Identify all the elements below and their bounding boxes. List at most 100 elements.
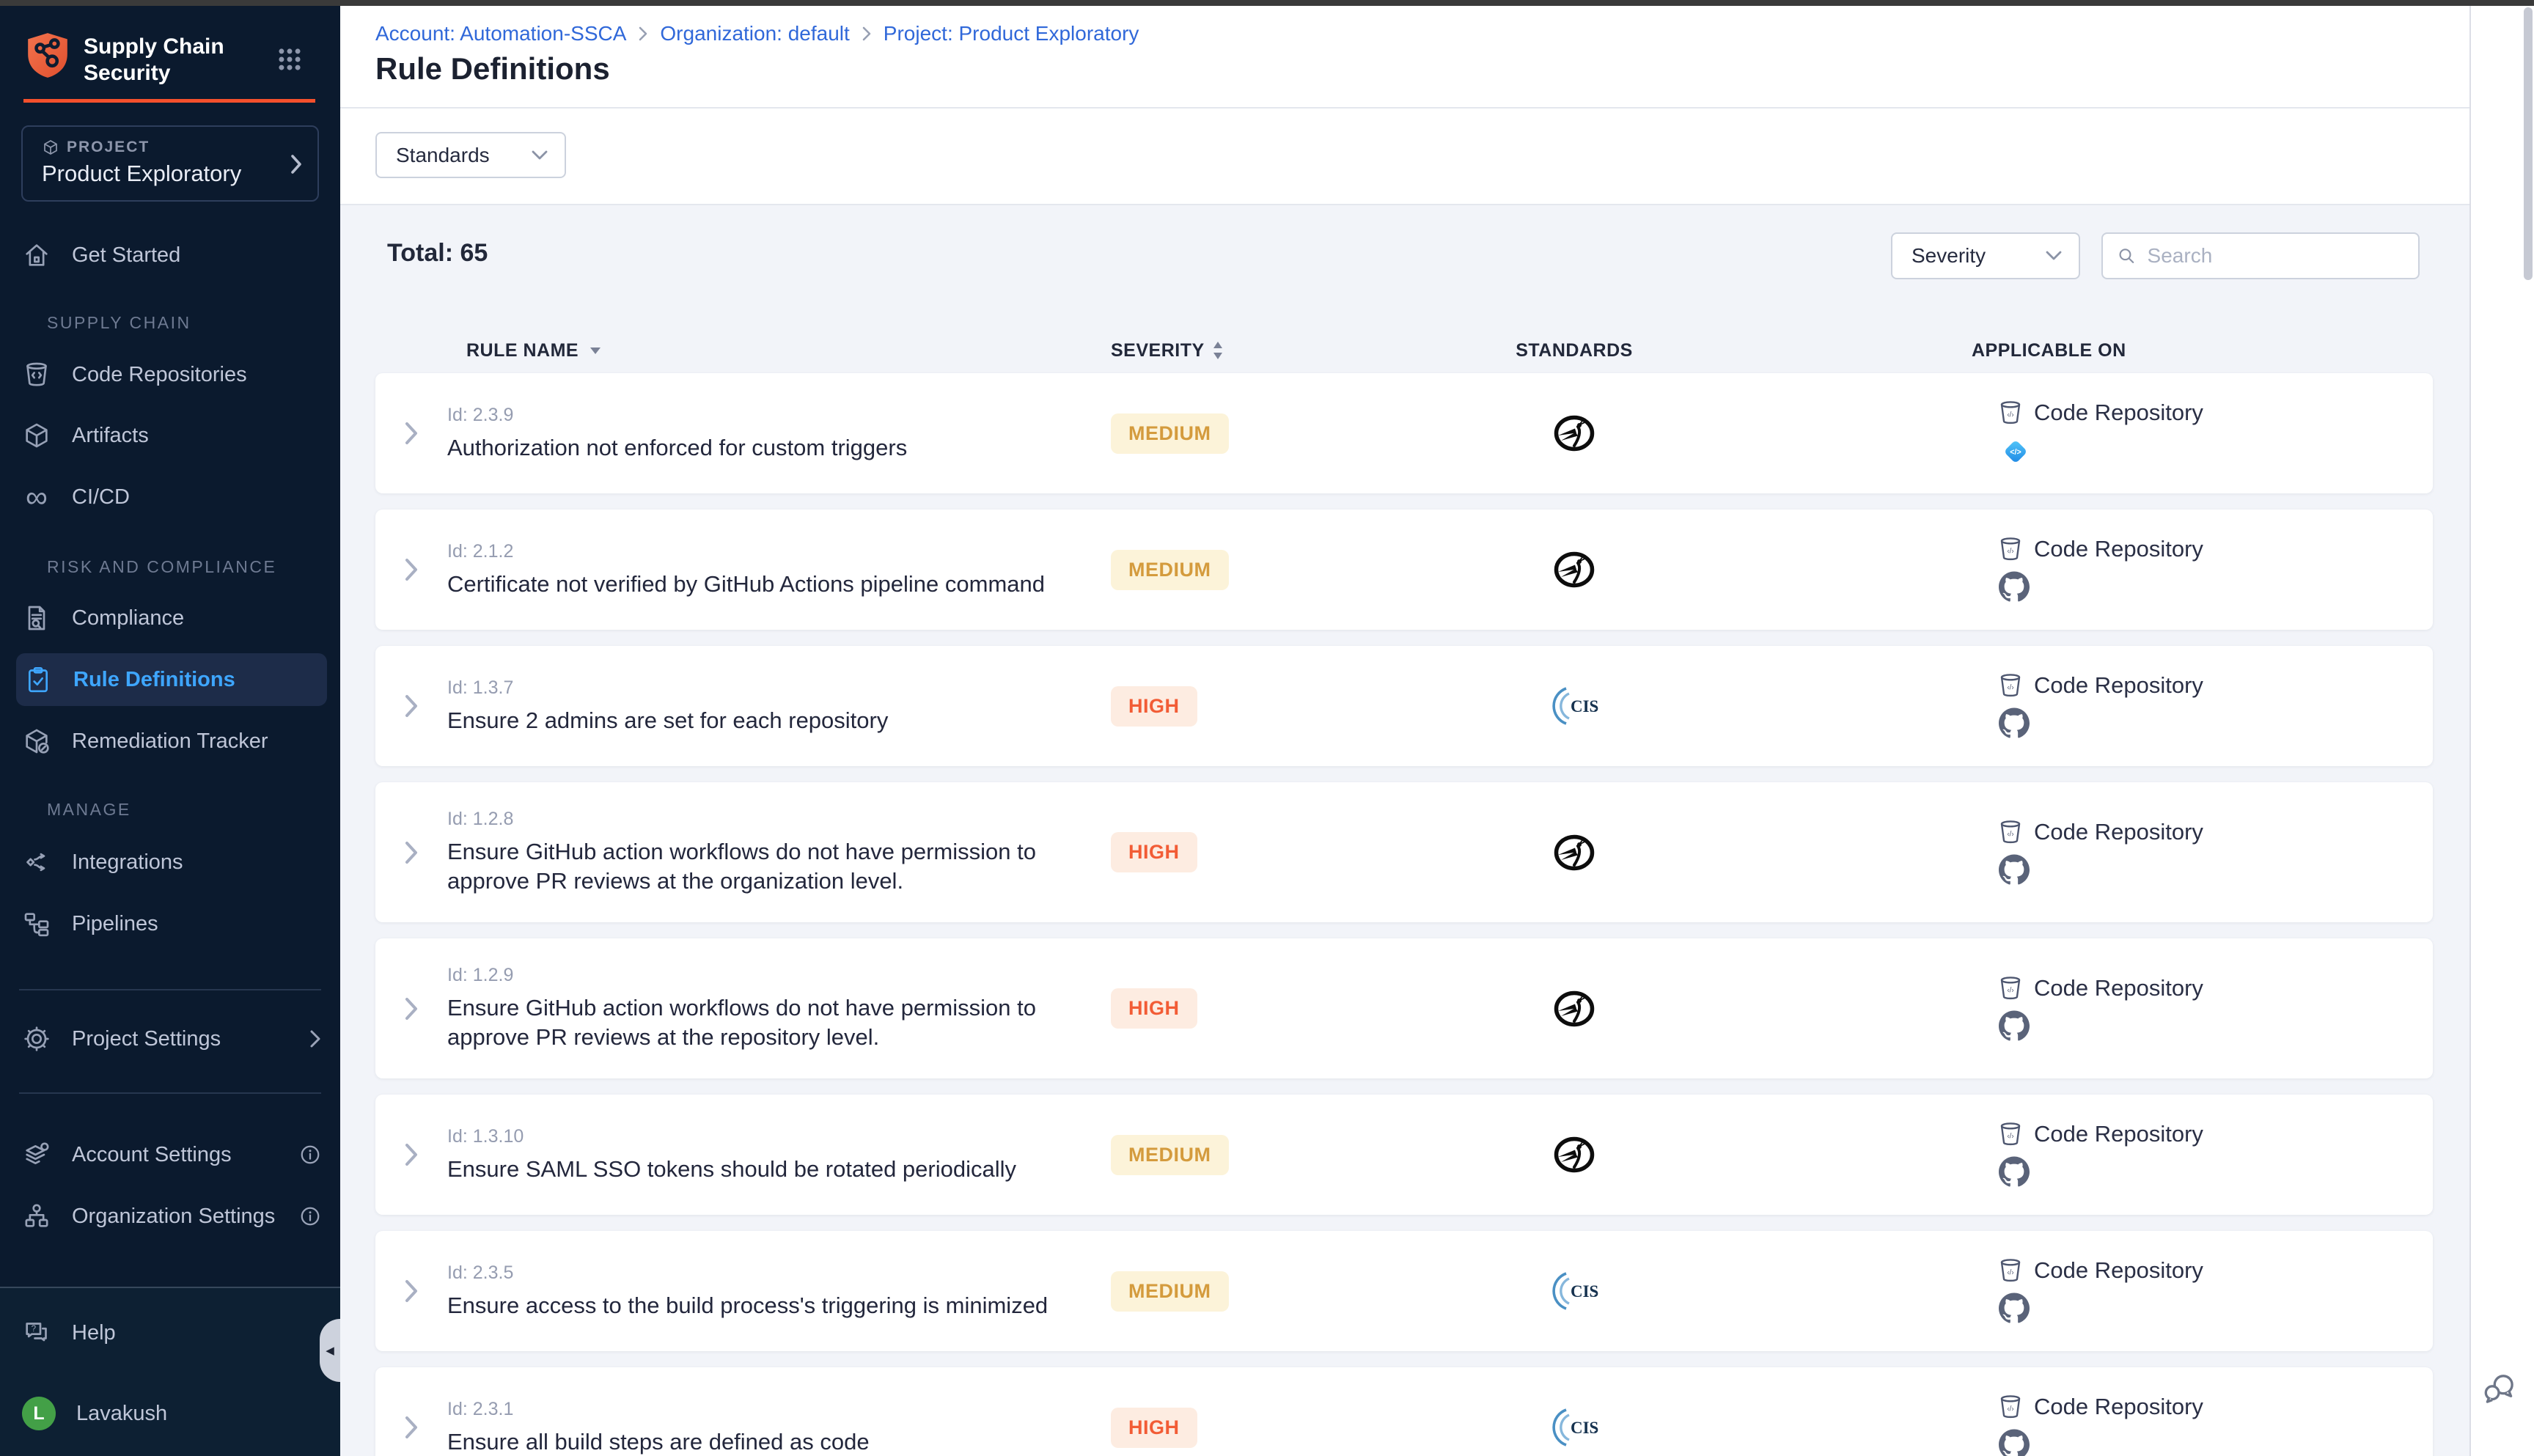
severity-badge: MEDIUM (1111, 1271, 1229, 1312)
chevron-right-icon (638, 26, 648, 42)
code-repository-icon: ‹/› (1997, 975, 2024, 1001)
source-icon-slot (1999, 1429, 2433, 1456)
table-row[interactable]: Id: 2.3.1 Ensure all build steps are def… (375, 1367, 2433, 1456)
severity-badge: HIGH (1111, 1408, 1197, 1448)
breadcrumb-account[interactable]: Account: Automation-SSCA (375, 22, 626, 45)
row-expand-chevron[interactable] (375, 557, 447, 582)
sidebar-item-compliance[interactable]: Compliance (22, 598, 321, 639)
svg-text:‹/›: ‹/› (2007, 830, 2013, 838)
sidebar-item-get-started[interactable]: Get Started (22, 235, 321, 276)
sidebar-divider (19, 1092, 321, 1094)
severity-badge: MEDIUM (1111, 1135, 1229, 1175)
rule-title: Ensure GitHub action workflows do not ha… (447, 837, 1090, 896)
svg-text:‹/›: ‹/› (2007, 1268, 2013, 1276)
code-repository-icon: ‹/› (1997, 1394, 2024, 1420)
search-icon (2116, 244, 2137, 268)
sidebar-item-integrations[interactable]: Integrations (22, 842, 321, 883)
table-row[interactable]: Id: 1.2.8 Ensure GitHub action workflows… (375, 782, 2433, 922)
svg-text:‹/›: ‹/› (2007, 1132, 2013, 1140)
breadcrumb-organization[interactable]: Organization: default (660, 22, 849, 45)
rule-title: Authorization not enforced for custom tr… (447, 433, 1090, 463)
owasp-icon (1553, 551, 1595, 589)
table-row[interactable]: Id: 1.3.10 Ensure SAML SSO tokens should… (375, 1095, 2433, 1215)
column-header-applicable-on: APPLICABLE ON (1809, 340, 2433, 361)
section-manage: MANAGE (47, 800, 131, 822)
sidebar-collapse-handle[interactable]: ◀ (320, 1319, 340, 1382)
info-icon[interactable] (299, 1144, 321, 1166)
svg-text:‹/›: ‹/› (2007, 683, 2013, 691)
rule-title: Ensure access to the build process's tri… (447, 1291, 1090, 1320)
github-icon (1999, 1156, 2030, 1187)
applicable-label: Code Repository (2034, 400, 2203, 426)
sidebar-item-cicd[interactable]: ∞ CI/CD (22, 477, 321, 518)
sidebar-item-organization-settings[interactable]: Organization Settings (22, 1196, 321, 1237)
user-name: Lavakush (76, 1402, 321, 1426)
source-icon-slot (1999, 571, 2433, 603)
rule-title: Ensure GitHub action workflows do not ha… (447, 993, 1090, 1052)
chevron-right-icon (862, 26, 872, 42)
severity-filter-dropdown[interactable]: Severity (1891, 232, 2080, 279)
row-expand-chevron[interactable] (375, 1279, 447, 1304)
sidebar-item-artifacts[interactable]: Artifacts (22, 415, 321, 456)
clipboard-check-icon (23, 665, 53, 694)
table-row[interactable]: Id: 2.1.2 Certificate not verified by Gi… (375, 510, 2433, 630)
applicable-label: Code Repository (2034, 1394, 2203, 1420)
sidebar-item-help[interactable]: ? Help (22, 1312, 321, 1353)
sidebar-item-account-settings[interactable]: Account Settings (22, 1134, 321, 1175)
sidebar-item-remediation-tracker[interactable]: Remediation Tracker (22, 721, 321, 762)
svg-text:?: ? (32, 1324, 37, 1334)
window-top-strip (0, 0, 2534, 6)
applicable-label: Code Repository (2034, 536, 2203, 562)
sidebar-item-code-repositories[interactable]: Code Repositories (22, 354, 321, 395)
breadcrumb-project[interactable]: Project: Product Exploratory (884, 22, 1139, 45)
rule-id: Id: 2.3.5 (447, 1262, 1090, 1284)
user-menu[interactable]: L Lavakush (22, 1393, 321, 1434)
sidebar-item-rule-definitions[interactable]: Rule Definitions (16, 653, 327, 706)
row-expand-chevron[interactable] (375, 421, 447, 446)
source-icon-slot (1999, 854, 2433, 886)
sidebar-item-pipelines[interactable]: Pipelines (22, 903, 321, 944)
right-gutter (2469, 6, 2534, 1456)
table-row[interactable]: Id: 1.3.7 Ensure 2 admins are set for ea… (375, 646, 2433, 766)
app-title: Supply Chain Security (84, 34, 224, 87)
chevron-right-icon (309, 1029, 321, 1048)
box-wrench-icon (22, 727, 51, 756)
owasp-icon (1553, 414, 1595, 452)
pipelines-icon (22, 909, 51, 938)
applicable-label: Code Repository (2034, 975, 2203, 1001)
table-row[interactable]: Id: 1.2.9 Ensure GitHub action workflows… (375, 938, 2433, 1078)
row-expand-chevron[interactable] (375, 694, 447, 718)
standards-cell: CIS (1340, 1271, 1809, 1312)
table-row[interactable]: Id: 2.3.5 Ensure access to the build pro… (375, 1231, 2433, 1351)
chat-help-icon[interactable] (2480, 1369, 2519, 1409)
sidebar-item-project-settings[interactable]: Project Settings (22, 1018, 321, 1059)
row-expand-chevron[interactable] (375, 1415, 447, 1440)
cis-icon: CIS (1550, 1407, 1598, 1448)
breadcrumb: Account: Automation-SSCA Organization: d… (375, 22, 1139, 45)
column-header-rule-name[interactable]: RULE NAME (447, 340, 1111, 361)
gear-icon (22, 1024, 51, 1054)
page-title: Rule Definitions (375, 51, 610, 87)
severity-badge: MEDIUM (1111, 413, 1229, 454)
severity-filter-label: Severity (1911, 244, 1986, 268)
row-expand-chevron[interactable] (375, 840, 447, 865)
standards-cell (1340, 990, 1809, 1028)
standards-filter-dropdown[interactable]: Standards (375, 132, 566, 178)
row-expand-chevron[interactable] (375, 996, 447, 1021)
svg-text:‹/›: ‹/› (2007, 411, 2013, 419)
chevron-down-icon (2045, 250, 2063, 262)
info-icon[interactable] (299, 1205, 321, 1227)
github-icon (1999, 707, 2030, 738)
app-grid-icon[interactable] (276, 45, 304, 73)
column-header-severity[interactable]: SEVERITY (1111, 340, 1340, 361)
svg-text:‹/›: ‹/› (2007, 1405, 2013, 1413)
scrollbar-thumb[interactable] (2524, 7, 2533, 280)
standards-cell: CIS (1340, 685, 1809, 727)
search-input[interactable] (2148, 244, 2405, 268)
project-selector[interactable]: PROJECT Product Exploratory (21, 125, 319, 202)
source-icon-slot (1999, 707, 2433, 740)
table-row[interactable]: Id: 2.3.9 Authorization not enforced for… (375, 373, 2433, 493)
source-icon-slot (1999, 1010, 2433, 1043)
brand-accent-divider (23, 99, 315, 103)
row-expand-chevron[interactable] (375, 1142, 447, 1167)
